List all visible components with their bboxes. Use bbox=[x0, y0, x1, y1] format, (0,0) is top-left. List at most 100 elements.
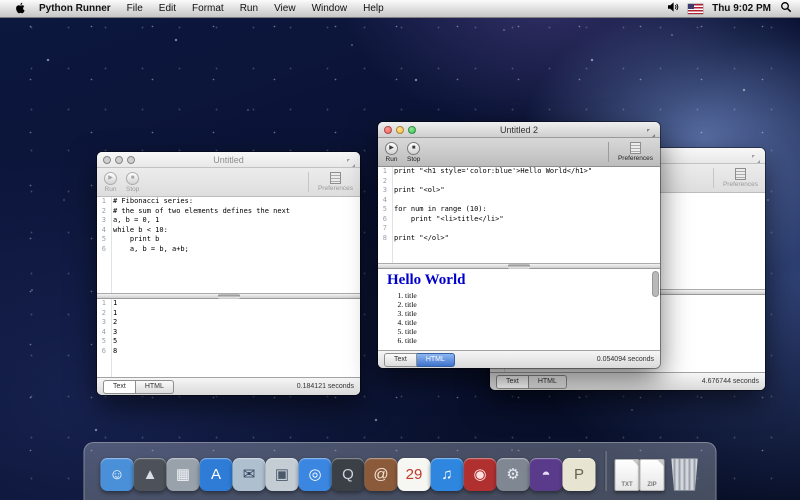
text-view-button[interactable]: Text bbox=[103, 380, 136, 394]
line-number: 6 bbox=[97, 245, 109, 255]
input-language-flag-icon[interactable] bbox=[688, 4, 703, 14]
preferences-button[interactable]: Preferences bbox=[723, 168, 758, 188]
menu-item[interactable]: Edit bbox=[151, 3, 184, 14]
run-button[interactable]: ▶ Run bbox=[385, 142, 398, 163]
address-book-icon[interactable]: @ bbox=[365, 458, 398, 491]
output-line: 55 bbox=[97, 337, 360, 347]
desktop: Python Runner FileEditFormatRunViewWindo… bbox=[0, 0, 800, 500]
execution-time: 0.054094 seconds bbox=[597, 356, 654, 363]
line-number: 5 bbox=[97, 337, 109, 347]
code-line: 2# the sum of two elements defines the n… bbox=[97, 207, 360, 217]
stop-icon: ■ bbox=[126, 172, 139, 185]
execution-time: 4.676744 seconds bbox=[702, 378, 759, 385]
preferences-button[interactable]: Preferences bbox=[618, 142, 653, 162]
app-store-icon[interactable]: A bbox=[200, 458, 233, 491]
title-bar[interactable]: Untitled 2 bbox=[378, 122, 660, 138]
code-text: print "<li>title</li>" bbox=[390, 215, 504, 225]
text-view-button[interactable]: Text bbox=[384, 353, 417, 367]
window-title: Untitled 2 bbox=[500, 125, 538, 135]
code-text: print "</ol>" bbox=[390, 234, 449, 244]
minimize-button[interactable] bbox=[115, 156, 123, 164]
view-mode-segmented-control: Text HTML bbox=[496, 375, 567, 389]
play-icon: ▶ bbox=[104, 172, 117, 185]
close-button[interactable] bbox=[384, 126, 392, 134]
app-menu-title[interactable]: Python Runner bbox=[31, 3, 119, 14]
safari-icon[interactable]: ◎ bbox=[299, 458, 332, 491]
menu-item[interactable]: View bbox=[266, 3, 304, 14]
code-text: print "<h1 style='color:blue'>Hello Worl… bbox=[390, 167, 592, 177]
menu-item[interactable]: Window bbox=[304, 3, 356, 14]
menu-item[interactable]: Format bbox=[184, 3, 232, 14]
menu-item[interactable]: File bbox=[119, 3, 151, 14]
trash-icon[interactable] bbox=[670, 458, 700, 491]
code-text: print b bbox=[109, 235, 159, 245]
play-icon: ▶ bbox=[385, 142, 398, 155]
menu-bar-clock[interactable]: Thu 9:02 PM bbox=[712, 3, 771, 14]
scrollbar-thumb[interactable] bbox=[652, 271, 659, 297]
stop-button[interactable]: ■ Stop bbox=[126, 172, 139, 193]
code-line: 1print "<h1 style='color:blue'>Hello Wor… bbox=[378, 167, 660, 177]
launchpad-icon[interactable]: ▲ bbox=[134, 458, 167, 491]
code-line: 5for num in range (10): bbox=[378, 205, 660, 215]
line-number: 5 bbox=[97, 235, 109, 245]
zoom-button[interactable] bbox=[408, 126, 416, 134]
text-view-button[interactable]: Text bbox=[496, 375, 529, 389]
fullscreen-icon[interactable] bbox=[646, 125, 656, 135]
preferences-icon bbox=[735, 168, 746, 180]
output-pane[interactable]: 112132435568 bbox=[97, 299, 360, 377]
preferences-icon bbox=[330, 172, 341, 184]
preferences-button[interactable]: Preferences bbox=[318, 172, 353, 192]
html-view-button[interactable]: HTML bbox=[529, 375, 567, 389]
mail-icon[interactable]: ✉ bbox=[233, 458, 266, 491]
run-button[interactable]: ▶ Run bbox=[104, 172, 117, 193]
zip-file-icon[interactable]: ZIP bbox=[640, 459, 665, 491]
dock: ☺▲▦A✉▣◎Q@29♫◉⚙◓P TXTZIP bbox=[84, 442, 717, 500]
html-view-button[interactable]: HTML bbox=[136, 380, 174, 394]
scrollbar[interactable] bbox=[652, 271, 659, 348]
html-view-button[interactable]: HTML bbox=[417, 353, 455, 367]
apple-menu-icon[interactable] bbox=[8, 2, 31, 15]
preview-icon[interactable]: ▣ bbox=[266, 458, 299, 491]
itunes-icon[interactable]: ♫ bbox=[431, 458, 464, 491]
volume-icon[interactable] bbox=[667, 1, 679, 16]
code-editor[interactable]: 1print "<h1 style='color:blue'>Hello Wor… bbox=[378, 167, 660, 263]
list-item: title bbox=[405, 327, 660, 336]
python-runner-icon[interactable]: P bbox=[563, 458, 596, 491]
line-number: 4 bbox=[97, 328, 109, 338]
preferences-icon bbox=[630, 142, 641, 154]
list-item: title bbox=[405, 336, 660, 345]
close-button[interactable] bbox=[103, 156, 111, 164]
status-bar: Text HTML 0.184121 seconds bbox=[97, 377, 360, 395]
html-output-pane[interactable]: Hello World titletitletitletitletitletit… bbox=[378, 269, 660, 350]
menu-item[interactable]: Run bbox=[232, 3, 266, 14]
code-line: 7 bbox=[378, 224, 660, 234]
line-number: 2 bbox=[378, 177, 390, 187]
menu-item[interactable]: Help bbox=[355, 3, 392, 14]
photo-booth-icon[interactable]: ◉ bbox=[464, 458, 497, 491]
window-untitled: Untitled ▶ Run ■ Stop Preferences 1# Fi bbox=[97, 152, 360, 395]
code-text: for num in range (10): bbox=[390, 205, 487, 215]
finder-icon[interactable]: ☺ bbox=[101, 458, 134, 491]
title-bar[interactable]: Untitled bbox=[97, 152, 360, 168]
fullscreen-icon[interactable] bbox=[751, 151, 761, 161]
code-line: 2 bbox=[378, 177, 660, 187]
code-editor[interactable]: 1# Fibonacci series:2# the sum of two el… bbox=[97, 197, 360, 293]
list-item: title bbox=[405, 300, 660, 309]
status-bar: Text HTML 4.676744 seconds bbox=[490, 372, 765, 390]
dvd-player-icon[interactable]: ◓ bbox=[530, 458, 563, 491]
quicktime-icon[interactable]: Q bbox=[332, 458, 365, 491]
minimize-button[interactable] bbox=[396, 126, 404, 134]
ical-icon[interactable]: 29 bbox=[398, 458, 431, 491]
line-number: 4 bbox=[378, 196, 390, 206]
spotlight-icon[interactable] bbox=[780, 1, 792, 16]
system-preferences-icon[interactable]: ⚙ bbox=[497, 458, 530, 491]
stop-button[interactable]: ■ Stop bbox=[407, 142, 420, 163]
fullscreen-icon[interactable] bbox=[346, 155, 356, 165]
txt-file-icon[interactable]: TXT bbox=[615, 459, 640, 491]
gutter-divider bbox=[111, 197, 112, 293]
mission-control-icon[interactable]: ▦ bbox=[167, 458, 200, 491]
window-title: Untitled bbox=[213, 155, 244, 165]
line-number: 1 bbox=[97, 197, 109, 207]
zoom-button[interactable] bbox=[127, 156, 135, 164]
menu-list: FileEditFormatRunViewWindowHelp bbox=[119, 3, 392, 14]
